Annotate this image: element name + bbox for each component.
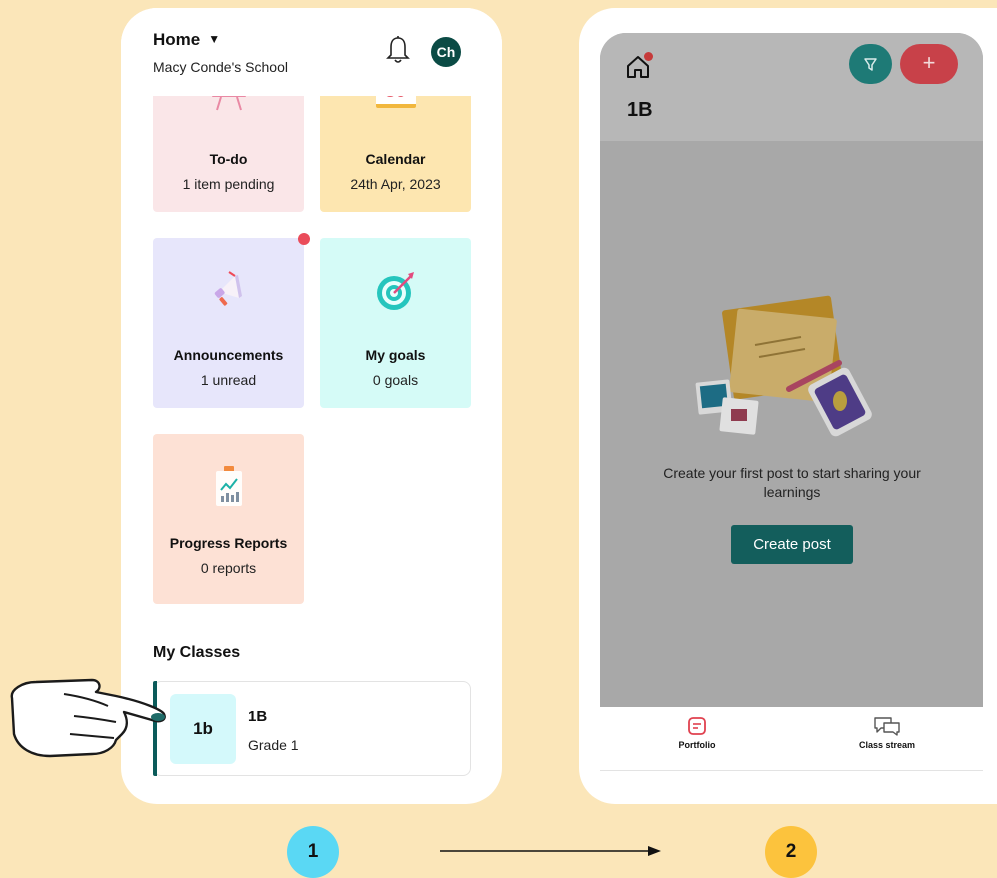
class-screen-overlay: 1B + Create your first post to start sha… — [600, 33, 983, 707]
unread-dot — [298, 233, 310, 245]
announcements-subtitle: 1 unread — [200, 372, 257, 388]
class-title: 1B — [627, 99, 653, 121]
report-chart-icon — [215, 466, 242, 506]
goals-title: My goals — [365, 347, 426, 363]
chat-bubbles-icon — [874, 717, 900, 736]
step-one-badge: 1 — [287, 826, 339, 878]
phone-home-screen: To-do 1 item pending 30 Calendar 24th Ap… — [121, 8, 502, 804]
add-post-button[interactable]: + — [900, 44, 958, 84]
notification-dot — [644, 52, 653, 61]
progress-subtitle: 0 reports — [200, 560, 257, 576]
home-title: Home — [153, 30, 201, 49]
pointing-hand-icon — [10, 678, 166, 758]
bell-icon[interactable] — [386, 35, 410, 65]
bottom-nav: Portfolio Class stream — [600, 707, 983, 771]
my-classes-heading: My Classes — [153, 644, 241, 661]
portfolio-icon — [688, 717, 706, 735]
class-thumbnail: 1b — [170, 694, 236, 764]
create-post-button[interactable]: Create post — [731, 525, 853, 564]
class-name: 1B — [248, 708, 268, 725]
megaphone-icon — [214, 271, 242, 306]
filter-icon — [864, 58, 877, 71]
filter-button[interactable] — [849, 44, 892, 84]
phone-class-screen: 1B + Create your first post to start sha… — [579, 8, 997, 804]
announcements-card[interactable]: Announcements 1 unread — [153, 238, 304, 408]
class-grade: Grade 1 — [248, 737, 299, 753]
posts-illustration — [695, 295, 872, 437]
progress-reports-card[interactable]: Progress Reports 0 reports — [153, 434, 304, 604]
arrow-right-icon — [440, 846, 661, 856]
announcements-title: Announcements — [173, 347, 284, 363]
caret-down-icon: ▼ — [208, 32, 221, 46]
step-two-badge: 2 — [765, 826, 817, 878]
progress-title: Progress Reports — [169, 535, 288, 551]
calendar-subtitle: 24th Apr, 2023 — [350, 176, 441, 192]
goals-subtitle: 0 goals — [372, 372, 419, 388]
class-card[interactable]: 1b 1B Grade 1 — [153, 681, 471, 776]
target-icon — [376, 272, 414, 310]
avatar[interactable]: Ch — [431, 37, 461, 67]
home-dropdown[interactable]: Home ▼ — [153, 30, 220, 50]
home-header: Home ▼ Macy Conde's School Ch — [121, 8, 502, 96]
school-name: Macy Conde's School — [153, 59, 288, 75]
tab-class-stream[interactable]: Class stream — [852, 715, 922, 750]
todo-title: To-do — [209, 151, 248, 167]
tab-class-stream-label: Class stream — [858, 740, 916, 750]
calendar-title: Calendar — [365, 151, 426, 167]
todo-subtitle: 1 item pending — [182, 176, 275, 192]
goals-card[interactable]: My goals 0 goals — [320, 238, 471, 408]
class-top-bar: 1B + — [600, 33, 983, 141]
tab-portfolio-label: Portfolio — [678, 740, 716, 750]
empty-state-message: Create your first post to start sharing … — [663, 465, 921, 500]
tab-portfolio[interactable]: Portfolio — [672, 715, 722, 750]
